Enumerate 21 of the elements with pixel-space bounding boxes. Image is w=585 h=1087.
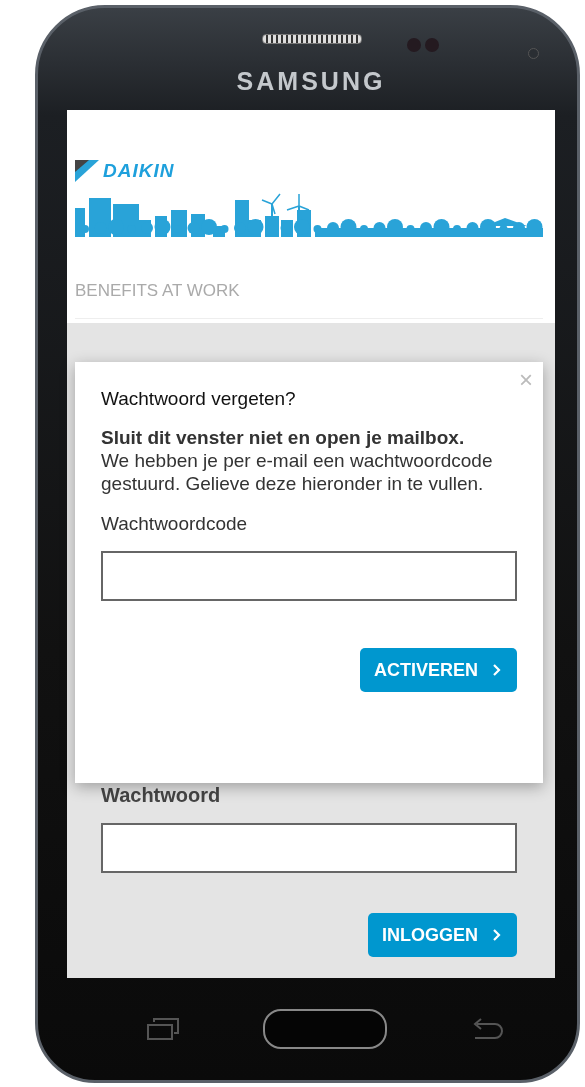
login-button[interactable]: INLOGGEN [368, 913, 517, 957]
logo-mark-icon [75, 160, 99, 182]
sensor-icon [425, 38, 439, 52]
logo-text: DAIKIN [103, 160, 175, 182]
camera-icon [528, 48, 539, 59]
chevron-right-icon [492, 663, 501, 677]
back-icon[interactable] [471, 1018, 503, 1040]
phone-brand: SAMSUNG [236, 66, 386, 97]
code-label: Wachtwoordcode [101, 513, 249, 535]
close-button[interactable]: × [519, 368, 533, 392]
dialog-title: Wachtwoord vergeten? [101, 388, 297, 410]
password-field[interactable] [101, 823, 517, 873]
code-field[interactable] [101, 551, 517, 601]
home-button[interactable] [263, 1009, 387, 1049]
dialog-message: Sluit dit venster niet en open je mailbox. We hebben je per e-mail een wachtwoordcode gestuurd. Gelieve deze hieronder in te vullen. [101, 426, 494, 495]
recent-apps-icon[interactable] [147, 1018, 179, 1040]
sensor-icon [407, 38, 421, 52]
activate-button[interactable]: ACTIVEREN [360, 648, 517, 692]
password-label: Wachtwoord [101, 784, 222, 807]
chevron-right-icon [492, 928, 501, 942]
tagline: BENEFITS AT WORK [75, 281, 241, 301]
